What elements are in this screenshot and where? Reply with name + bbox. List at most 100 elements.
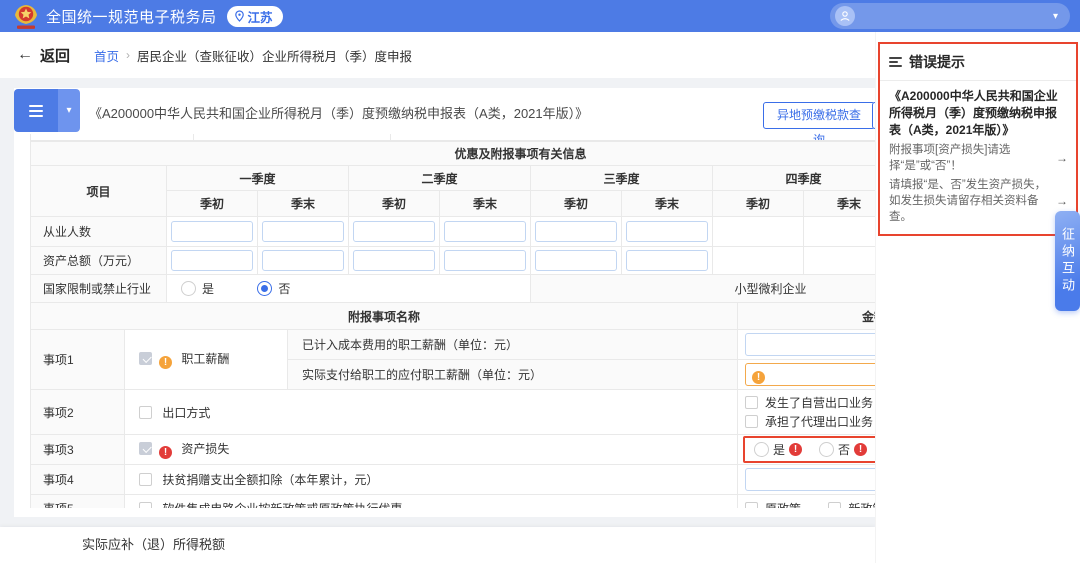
arrow-right-icon: → — [1056, 151, 1068, 165]
item1-sub2-label: 实际支付给职工的应付职工薪酬（单位：元） — [288, 360, 738, 390]
error-panel-title: 错误提示 — [909, 52, 965, 72]
person-icon — [839, 10, 851, 22]
checkbox-item3-asset-loss[interactable] — [139, 442, 152, 455]
item5-label: 事项5 — [31, 495, 125, 509]
caret-down-icon[interactable]: ▾ — [58, 89, 80, 132]
warning-icon — [752, 371, 765, 384]
back-arrow-icon: ← — [17, 46, 33, 64]
user-menu[interactable]: ▾ — [830, 3, 1070, 29]
checkbox-item1-salary[interactable] — [139, 352, 152, 365]
asset-loss-radio-error-box: 是 否 — [743, 436, 875, 463]
form-title: 《A200000中华人民共和国企业所得税月（季）度预缴纳税申报表（A类，2021… — [89, 103, 588, 122]
amount-header: 金额 — [738, 303, 875, 330]
quarter-input[interactable] — [626, 221, 708, 242]
quarter-input[interactable] — [171, 250, 253, 271]
quarter-input[interactable] — [444, 221, 526, 242]
radio-asset-loss-no[interactable] — [819, 442, 834, 457]
error-message: 附报事项[资产损失]请选择“是”或“否”！ — [889, 142, 1053, 174]
quarter-input[interactable] — [171, 221, 253, 242]
section-header: 优惠及附报事项有关信息 — [31, 142, 876, 166]
back-label: 返回 — [40, 45, 70, 66]
error-panel: 错误提示 《A200000中华人民共和国企业所得税月（季）度预缴纳税申报表（A类… — [878, 42, 1078, 236]
table-row: 事项5 软件集成电路企业按新政策或原政策执行优惠 原政策 新政策 — [31, 495, 876, 509]
list-icon — [889, 57, 902, 67]
arrow-right-icon: → — [1056, 194, 1068, 208]
subcol-q3-start: 季初 — [531, 191, 622, 217]
breadcrumb-separator: › — [126, 48, 130, 62]
col-header-item: 项目 — [31, 166, 167, 217]
checkbox-item4-poverty-donation[interactable] — [139, 473, 152, 486]
quarter-input[interactable] — [535, 250, 617, 271]
quarter-input[interactable] — [444, 250, 526, 271]
declaration-form-card: ▾ 《A200000中华人民共和国企业所得税月（季）度预缴纳税申报表（A类，20… — [14, 88, 875, 517]
quarter-input[interactable] — [353, 250, 435, 271]
amount-input[interactable] — [745, 468, 875, 491]
col-header-q3: 三季度 — [531, 166, 713, 191]
quarter-input[interactable] — [626, 250, 708, 271]
back-button[interactable]: ← 返回 — [17, 45, 70, 66]
option-old-policy: 原政策 — [765, 502, 801, 509]
item1-sub1-label: 已计入成本费用的职工薪酬（单位：元） — [288, 330, 738, 360]
checkbox-self-export[interactable] — [745, 396, 758, 409]
radio-restricted-no[interactable] — [257, 281, 272, 296]
hamburger-icon[interactable] — [14, 89, 58, 132]
quarter-input[interactable] — [353, 221, 435, 242]
radio-restricted-yes[interactable] — [181, 281, 196, 296]
quarters-table: 优惠及附报事项有关信息 项目 一季度 二季度 三季度 四季度 季初 季末 季初 … — [30, 141, 875, 303]
error-item[interactable]: 请填报“是、否”发生资产损失，如发生损失请留存相关资料备查。 → — [889, 177, 1068, 225]
form-table-region: 优惠及附报事项有关信息 项目 一季度 二季度 三季度 四季度 季初 季末 季初 … — [30, 134, 875, 508]
row-label-employee-count: 从业人数 — [31, 217, 167, 247]
radio-no-label: 否 — [278, 282, 290, 296]
breadcrumb-home-link[interactable]: 首页 — [94, 46, 119, 65]
option-new-policy: 新政策 — [848, 502, 875, 509]
checkbox-item2-export[interactable] — [139, 406, 152, 419]
error-icon — [159, 446, 172, 459]
checkbox-agent-export[interactable] — [745, 415, 758, 428]
subcol-q1-start: 季初 — [167, 191, 258, 217]
footer-tax-payable-label: 实际应补（退）所得税额 — [82, 527, 225, 563]
quarter-input[interactable] — [535, 221, 617, 242]
error-form-ref: 《A200000中华人民共和国企业所得税月（季）度预缴纳税申报表（A类，2021… — [889, 88, 1068, 139]
quarter-input[interactable] — [262, 221, 344, 242]
checkbox-item5-software-ic[interactable] — [139, 502, 152, 509]
error-message: 请填报“是、否”发生资产损失，如发生损失请留存相关资料备查。 — [889, 177, 1053, 225]
table-row: 资产总额（万元） — [31, 247, 876, 275]
row-label-total-assets: 资产总额（万元） — [31, 247, 167, 275]
item2-label: 事项2 — [31, 390, 125, 435]
top-header-bar: 全国统一规范电子税务局 江苏 ▾ — [0, 0, 1080, 32]
item5-name: 软件集成电路企业按新政策或原政策执行优惠 — [162, 502, 402, 509]
subcol-q4-start: 季初 — [713, 191, 804, 217]
table-row: 事项3 资产损失 是 否 — [31, 435, 876, 465]
subcol-q2-end: 季末 — [440, 191, 531, 217]
subcol-q1-end: 季末 — [258, 191, 349, 217]
addendum-table: 附报事项名称 金额 事项1 职工薪酬 已计入成本费用的职工薪酬（单位：元） 实际… — [30, 302, 875, 508]
item3-name: 资产损失 — [181, 442, 229, 456]
location-pin-icon — [234, 10, 245, 22]
breadcrumb: 首页 › 居民企业（查账征收）企业所得税月（季）度申报 — [94, 46, 412, 65]
table-row: 事项2 出口方式 发生了自营出口业务 承担了代理出口业务 — [31, 390, 876, 435]
amount-input[interactable] — [745, 333, 875, 356]
caret-down-icon: ▾ — [1053, 11, 1058, 22]
checkbox-old-policy[interactable] — [745, 502, 758, 509]
radio-asset-loss-yes[interactable] — [754, 442, 769, 457]
radio-yes-label: 是 — [202, 282, 214, 296]
radio-no-label: 否 — [838, 441, 850, 458]
tax-interaction-tab[interactable]: 征纳互动 — [1055, 211, 1080, 311]
option-self-export: 发生了自营出口业务 — [765, 394, 873, 411]
checkbox-new-policy[interactable] — [828, 502, 841, 509]
region-badge[interactable]: 江苏 — [227, 6, 283, 27]
table-row: 国家限制或禁止行业 是 否 小型微利企业 — [31, 275, 876, 303]
footer-bar: 实际应补（退）所得税额 — [0, 527, 875, 563]
table-row: 从业人数 — [31, 217, 876, 247]
quarter-input[interactable] — [262, 250, 344, 271]
error-sidebar: 错误提示 《A200000中华人民共和国企业所得税月（季）度预缴纳税申报表（A类… — [875, 32, 1080, 563]
col-header-q1: 一季度 — [167, 166, 349, 191]
form-menu-split-button[interactable]: ▾ — [14, 89, 80, 132]
small-micro-enterprise-label: 小型微利企业 — [531, 275, 876, 303]
subcol-q4-end: 季末 — [804, 191, 876, 217]
remote-prepaid-tax-query-button[interactable]: 异地预缴税款查询 — [763, 102, 875, 129]
avatar — [835, 6, 855, 26]
item4-label: 事项4 — [31, 465, 125, 495]
error-item[interactable]: 附报事项[资产损失]请选择“是”或“否”！ → — [889, 142, 1068, 174]
item1-name: 职工薪酬 — [181, 352, 229, 366]
